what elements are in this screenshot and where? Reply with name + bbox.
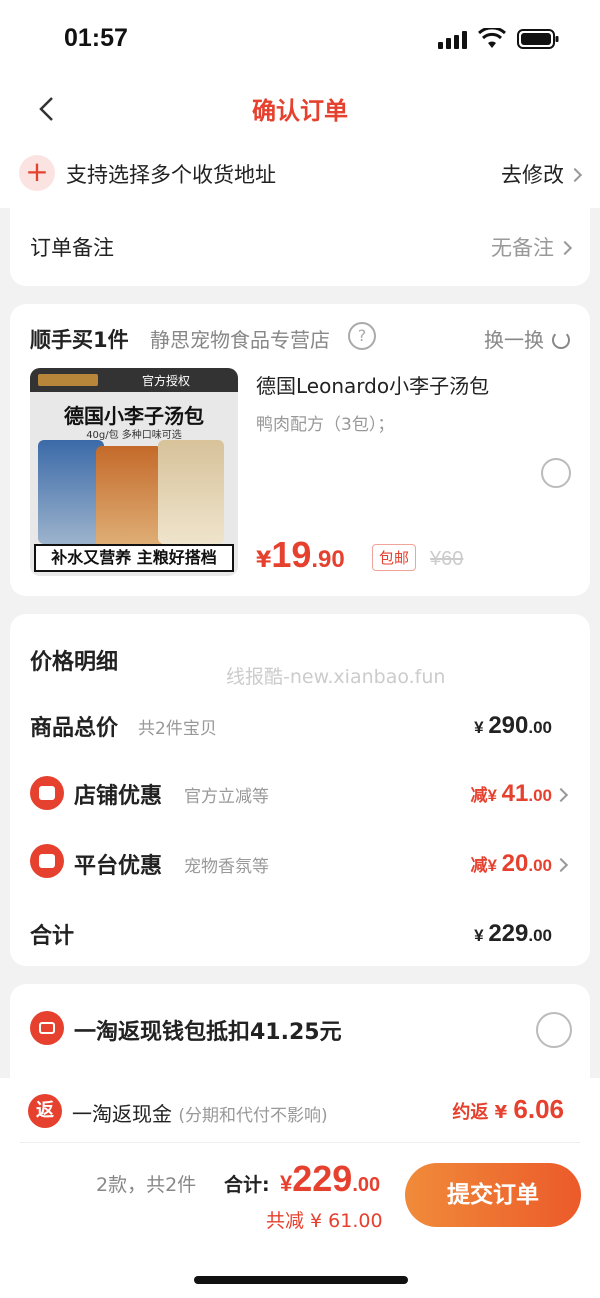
page-title: 确认订单: [252, 97, 348, 125]
order-remark-card[interactable]: 订单备注 无备注: [10, 208, 590, 286]
add-on-product-card: 顺手买1件 静思宠物食品专营店 ? 换一换 官方授权 德国小李子汤包 40g/包…: [10, 304, 590, 596]
swap-button[interactable]: 换一换: [484, 324, 570, 353]
cashback-label: 一淘返现金 (分期和代付不影响): [72, 1102, 328, 1126]
status-time: 01:57: [64, 24, 128, 52]
sum-amount: ¥ 229.00: [474, 920, 552, 947]
image-subline: 40g/包 多种口味可选: [86, 430, 182, 441]
address-text: 支持选择多个收货地址: [66, 163, 276, 187]
chevron-right-icon[interactable]: [553, 787, 569, 803]
footer-total-label: 合计:: [224, 1174, 270, 1196]
product-price: ¥19.90: [256, 534, 345, 575]
chevron-right-icon: [557, 240, 573, 256]
wallet-deduct-radio[interactable]: [536, 1012, 572, 1048]
cellular-signal-icon: [438, 31, 468, 49]
product-select-radio[interactable]: [541, 458, 571, 488]
shop-name[interactable]: 静思宠物食品专营店: [150, 324, 330, 353]
wallet-icon: [30, 1011, 64, 1045]
product-name[interactable]: 德国Leonardo小李子汤包: [256, 370, 489, 399]
footer-discount[interactable]: 共减 ¥ 61.00: [266, 1206, 383, 1233]
sum-label: 合计: [30, 924, 75, 949]
chevron-right-icon[interactable]: [553, 857, 569, 873]
image-headline: 德国小李子汤包: [64, 404, 204, 428]
home-indicator[interactable]: [194, 1276, 408, 1284]
remark-value[interactable]: 无备注: [491, 232, 573, 262]
shop-discount-sub: 官方立减等: [184, 787, 269, 807]
remark-label: 订单备注: [30, 236, 114, 260]
shop-discount-icon: [30, 776, 64, 810]
product-image[interactable]: 官方授权 德国小李子汤包 40g/包 多种口味可选 补水又营养 主粮好搭档: [30, 368, 238, 576]
footer-total-amount: ¥229.00: [280, 1158, 381, 1199]
plus-icon: +: [19, 155, 55, 191]
goods-count: 共2件宝贝: [138, 719, 217, 739]
original-price: ¥60: [430, 548, 464, 570]
wifi-icon: [478, 28, 506, 48]
watermark-text: 线报酷-new.xianbao.fun: [226, 666, 446, 688]
chevron-right-icon: [567, 167, 583, 183]
image-auth-label: 官方授权: [142, 374, 191, 388]
price-detail-card: 价格明细 线报酷-new.xianbao.fun 商品总价 共2件宝贝 ¥ 29…: [10, 614, 590, 966]
add-on-title: 顺手买1件: [30, 328, 129, 352]
product-spec[interactable]: 鸭肉配方（3包）；: [256, 410, 394, 435]
checkout-bar: 返 一淘返现金 (分期和代付不影响) 约返 ¥ 6.06 2款，共2件 合计: …: [0, 1078, 600, 1298]
shop-discount-amount[interactable]: 减¥ 41.00: [470, 780, 552, 808]
free-shipping-badge: 包邮: [372, 544, 417, 571]
image-bottom-text: 补水又营养 主粮好搭档: [34, 544, 234, 572]
address-row[interactable]: + 支持选择多个收货地址 去修改: [0, 138, 600, 208]
status-bar: 01:57: [0, 0, 600, 80]
refresh-icon: [552, 331, 570, 349]
platform-discount-sub: 宠物香氛等: [184, 857, 269, 877]
pouch-blue: [38, 440, 104, 544]
goods-total-label: 商品总价: [30, 716, 119, 741]
shop-discount-label[interactable]: 店铺优惠: [74, 778, 162, 810]
pouch-orange: [96, 446, 162, 550]
submit-order-button[interactable]: 提交订单: [405, 1163, 581, 1227]
cashback-note: (分期和代付不影响): [178, 1106, 328, 1126]
modify-address-link[interactable]: 去修改: [501, 159, 583, 189]
item-count: 2款，共2件: [96, 1174, 197, 1196]
divider: [20, 1142, 580, 1143]
nav-bar: 确认订单: [0, 80, 600, 138]
platform-discount-label[interactable]: 平台优惠: [74, 848, 162, 880]
platform-discount-icon: [30, 844, 64, 878]
help-icon[interactable]: ?: [348, 322, 376, 350]
goods-total-amount: ¥ 290.00: [474, 712, 552, 739]
battery-icon: [517, 29, 559, 49]
cashback-icon: 返: [28, 1094, 62, 1128]
cashback-amount: 约返 ¥ 6.06: [452, 1094, 564, 1124]
platform-discount-amount[interactable]: 减¥ 20.00: [470, 850, 552, 878]
wallet-deduct-text: 一淘返现钱包抵扣41.25元: [74, 1020, 342, 1045]
pouch-cream: [158, 440, 224, 544]
price-detail-title: 价格明细: [30, 650, 119, 675]
brand-logo: [38, 374, 98, 386]
